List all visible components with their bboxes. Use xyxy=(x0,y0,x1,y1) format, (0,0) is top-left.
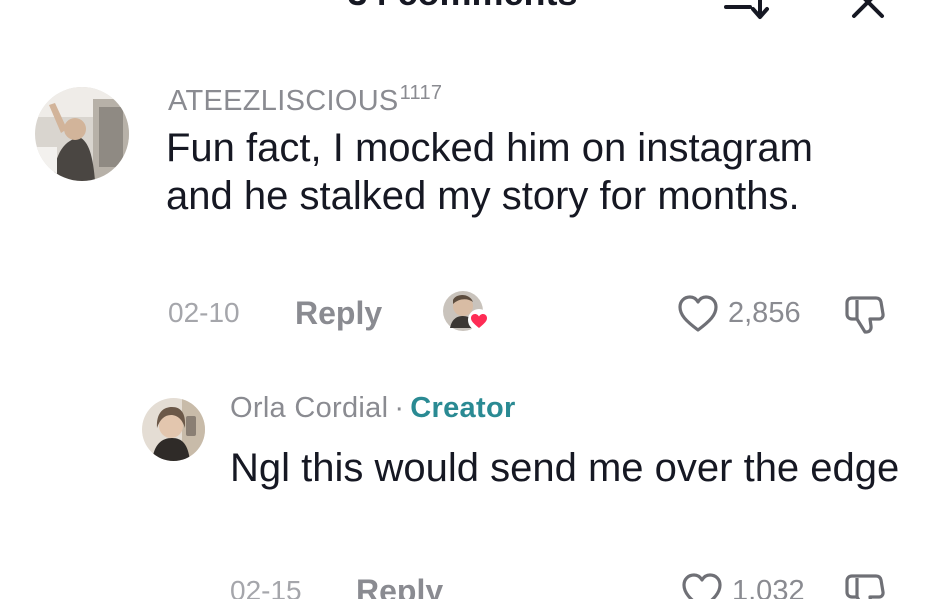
avatar[interactable] xyxy=(142,398,205,461)
avatar[interactable] xyxy=(35,87,129,181)
comment-username[interactable]: ATEEZLISCIOUS1117 xyxy=(168,82,442,118)
username-text: Orla Cordial xyxy=(230,392,389,424)
like-count: 1,032 xyxy=(732,575,805,599)
comment-date: 02-10 xyxy=(168,297,240,328)
comment-username[interactable]: Orla Cordial · Creator xyxy=(230,392,516,425)
comments-panel: 34 comments ATEEZLISCIOUS1117 Fun xyxy=(0,0,925,599)
comment-text: Fun fact, I mocked him on instagram and … xyxy=(166,126,813,218)
dislike-icon[interactable] xyxy=(842,292,890,336)
separator-dot: · xyxy=(394,392,405,424)
creator-liked-badge xyxy=(442,290,492,334)
comments-count-title: 34 comments xyxy=(0,0,925,14)
reply-button[interactable]: Reply xyxy=(356,573,443,599)
like-count: 2,856 xyxy=(728,297,801,329)
username-text: ATEEZLISCIOUS xyxy=(168,85,399,117)
comment-date: 02-15 xyxy=(230,575,302,599)
sort-icon[interactable] xyxy=(722,0,772,22)
heart-outline-icon[interactable] xyxy=(676,294,720,334)
comment-text: Ngl this would send me over the edge xyxy=(230,446,900,490)
reply-button[interactable]: Reply xyxy=(295,295,382,332)
close-icon[interactable] xyxy=(850,0,886,20)
creator-badge: Creator xyxy=(410,392,516,424)
heart-outline-icon[interactable] xyxy=(680,572,724,599)
dislike-icon[interactable] xyxy=(842,570,890,599)
username-superscript: 1117 xyxy=(399,82,443,104)
